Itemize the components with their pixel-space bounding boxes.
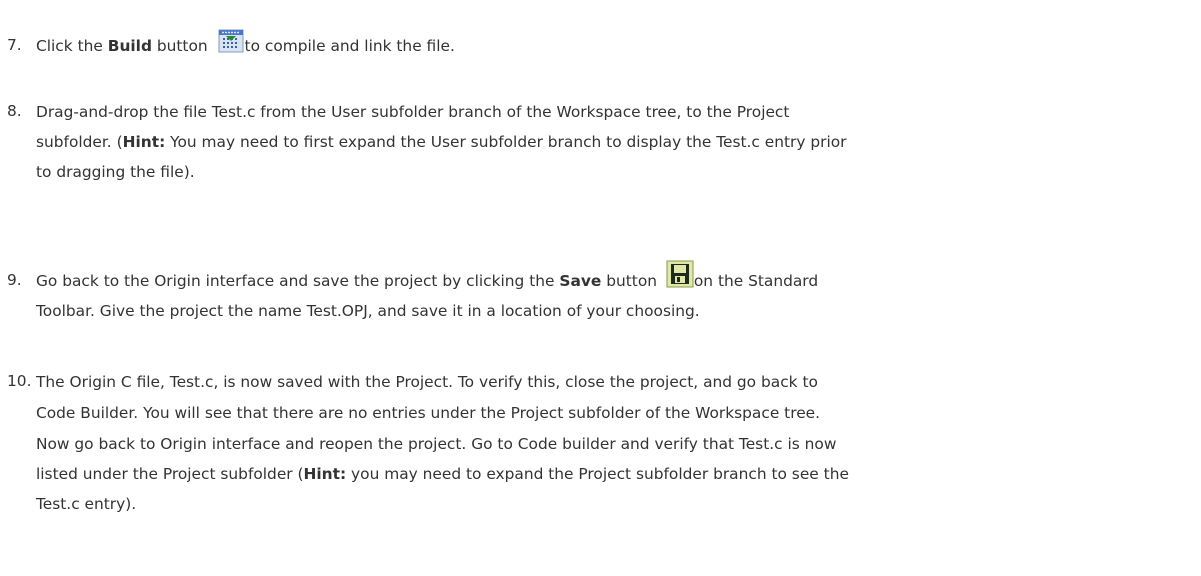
build-icon[interactable] bbox=[217, 26, 245, 54]
step-number: 7. bbox=[7, 36, 22, 54]
step-line: Go back to the Origin interface and save… bbox=[36, 260, 818, 291]
step-line: Toolbar. Give the project the name Test.… bbox=[36, 302, 700, 320]
save-label: Save bbox=[559, 272, 602, 290]
step-line: The Origin C file, Test.c, is now saved … bbox=[36, 373, 818, 391]
step-text: Click the Build button to compile and li… bbox=[36, 29, 455, 56]
step-line: Code Builder. You will see that there ar… bbox=[36, 404, 821, 422]
step-number: 9. bbox=[7, 271, 22, 289]
step-line: listed under the Project subfolder (Hint… bbox=[36, 465, 849, 483]
build-label: Build bbox=[107, 37, 152, 55]
hint-label: Hint: bbox=[303, 465, 347, 483]
step-line: Test.c entry). bbox=[36, 495, 137, 513]
step-number: 10. bbox=[7, 372, 32, 390]
step-line: subfolder. (Hint: You may need to first … bbox=[36, 133, 847, 151]
step-line: Now go back to Origin interface and reop… bbox=[36, 435, 837, 453]
step-number: 8. bbox=[7, 102, 22, 120]
save-icon[interactable] bbox=[666, 260, 694, 288]
step-line: to dragging the file). bbox=[36, 163, 195, 181]
hint-label: Hint: bbox=[122, 133, 166, 151]
step-line: Drag-and-drop the file Test.c from the U… bbox=[36, 103, 790, 121]
